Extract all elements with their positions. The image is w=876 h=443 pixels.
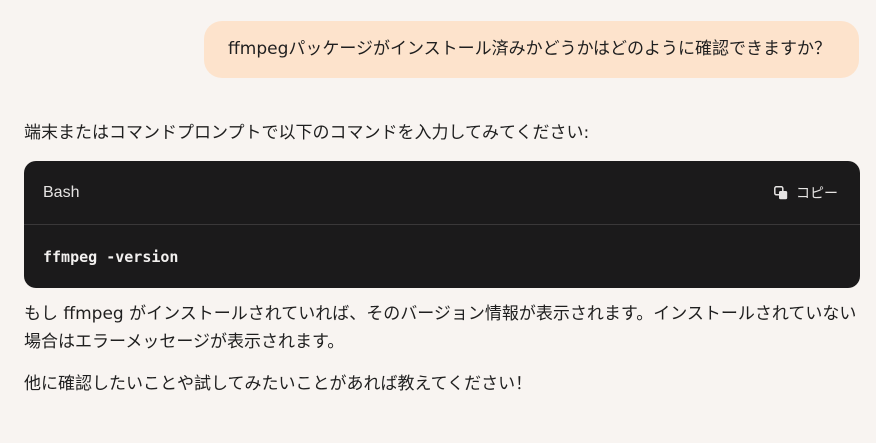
code-block-header: Bash コピー bbox=[24, 161, 860, 225]
user-message-bubble: ffmpegパッケージがインストール済みかどうかはどのように確認できますか？ bbox=[204, 21, 859, 78]
code-block: Bash コピー ffmpeg -version bbox=[24, 161, 860, 288]
assistant-result-text: もし ffmpeg がインストールされていれば、そのバージョン情報が表示されます… bbox=[24, 304, 857, 352]
code-language-label: Bash bbox=[43, 183, 80, 201]
code-block-body: ffmpeg -version bbox=[24, 225, 860, 288]
assistant-intro-text: 端末またはコマンドプロンプトで以下のコマンドを入力してみてください: bbox=[24, 123, 590, 143]
assistant-closing-text: 他に確認したいことや試してみたいことがあれば教えてください！ bbox=[24, 374, 533, 394]
copy-code-button[interactable]: コピー bbox=[774, 183, 838, 203]
user-message-row: ffmpegパッケージがインストール済みかどうかはどのように確認できますか？ bbox=[204, 21, 859, 78]
assistant-message: 端末またはコマンドプロンプトで以下のコマンドを入力してみてください: Bash … bbox=[24, 119, 860, 398]
code-command-text[interactable]: ffmpeg -version bbox=[43, 248, 178, 266]
copy-button-label: コピー bbox=[796, 185, 838, 202]
copy-icon bbox=[774, 185, 788, 200]
